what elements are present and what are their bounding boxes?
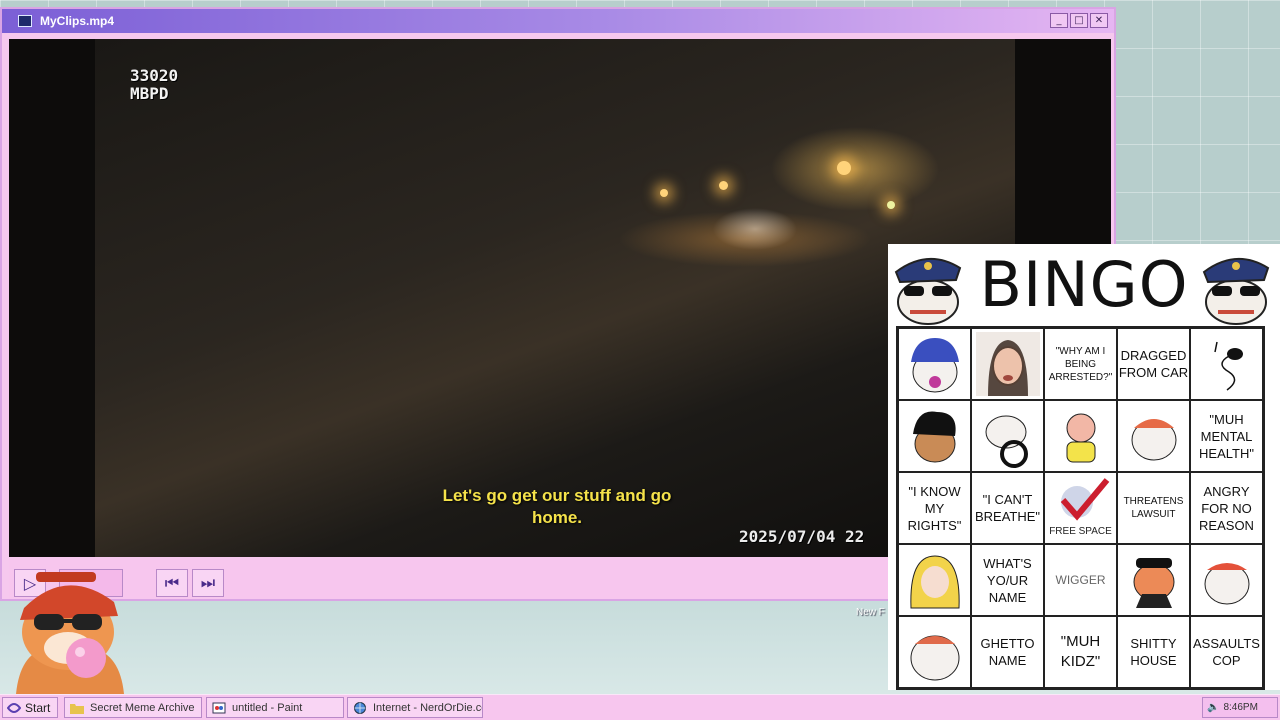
cat-sticker-icon [910, 338, 959, 393]
folder-icon [70, 703, 84, 714]
bingo-cell[interactable] [1117, 400, 1190, 472]
bingo-cell[interactable]: THREATENS LAWSUIT [1117, 472, 1190, 544]
close-button[interactable]: ✕ [1090, 13, 1108, 28]
bingo-card: BINGO "WHY AM I BEING ARRESTED?" DRAGGED… [888, 244, 1280, 690]
streetlight [719, 181, 728, 190]
task-label: Internet - NerdOrDie.com [373, 701, 482, 714]
bingo-cell[interactable]: DRAGGED FROM CAR [1117, 328, 1190, 400]
crying-woman-photo-icon [975, 332, 1040, 396]
bingo-title: BINGO [979, 248, 1189, 321]
desktop-icon-label[interactable]: New F [856, 607, 885, 618]
cat-sticker-icon [1204, 563, 1249, 605]
free-space-cell[interactable]: FREE SPACE [1044, 472, 1117, 544]
start-button[interactable]: Start [2, 697, 58, 718]
sperm-doodle-icon [1213, 341, 1243, 391]
cat-sticker-icon [912, 411, 956, 463]
bingo-cell[interactable] [971, 400, 1044, 472]
taskbar: Start Secret Meme Archive untitled - Pai… [0, 694, 1280, 720]
police-cat-icon [894, 257, 962, 325]
globe-icon [354, 701, 366, 714]
speaker-icon[interactable]: 🔈 [1207, 702, 1219, 713]
bingo-cell[interactable]: GHETTO NAME [971, 616, 1044, 688]
paint-icon [212, 702, 226, 713]
clock: 8:46PM [1223, 702, 1258, 713]
bingo-cell[interactable]: ASSAULTS COP [1190, 616, 1263, 688]
monitor-icon [18, 15, 32, 27]
bingo-cell[interactable] [898, 400, 971, 472]
bingo-cell[interactable] [1117, 544, 1190, 616]
bingo-cell[interactable] [898, 328, 971, 400]
maximize-button[interactable]: □ [1070, 13, 1088, 28]
police-cat-icon [1202, 257, 1270, 325]
cat-driving-icon [985, 415, 1028, 468]
task-label: Secret Meme Archive [90, 701, 195, 714]
bingo-cell[interactable] [898, 616, 971, 688]
streetlight [660, 189, 668, 197]
window-controls: _ □ ✕ [1050, 13, 1108, 28]
bingo-cell[interactable] [898, 544, 971, 616]
bodycam-dept: MBPD [130, 84, 169, 103]
cartoon-character-icon [1066, 413, 1095, 463]
subtitle-line: Let's go get our stuff and go [442, 486, 672, 505]
video-timestamp: 2025/07/04 22 [739, 527, 865, 546]
bingo-cell[interactable] [1044, 400, 1117, 472]
streetlight [887, 201, 895, 209]
bingo-cell[interactable]: ANGRY FOR NO REASON [1190, 472, 1263, 544]
minimize-button[interactable]: _ [1050, 13, 1068, 28]
bingo-grid: "WHY AM I BEING ARRESTED?" DRAGGED FROM … [896, 326, 1265, 690]
streetlight [837, 161, 851, 175]
task-label: untitled - Paint [232, 701, 303, 714]
taskbar-item-paint[interactable]: untitled - Paint [206, 697, 344, 718]
bingo-cell[interactable]: WHAT'S YO/UR NAME [971, 544, 1044, 616]
title-bar[interactable]: MyClips.mp4 _ □ ✕ [2, 9, 1114, 33]
taskbar-item-internet[interactable]: Internet - NerdOrDie.com [347, 697, 483, 718]
start-label: Start [25, 700, 51, 715]
subtitle: Let's go get our stuff and go home. [407, 485, 707, 529]
chubby-cat-icon [910, 635, 959, 681]
system-tray: 🔈 8:46PM [1202, 697, 1278, 718]
cat-with-sunglasses-icon [16, 572, 124, 694]
bingo-cell[interactable]: "MUH KIDZ" [1044, 616, 1117, 688]
bodycam-number: 33020 [130, 66, 179, 85]
bingo-cell[interactable] [1190, 544, 1263, 616]
bingo-cell[interactable]: "WHY AM I BEING ARRESTED?" [1044, 328, 1117, 400]
cartoon-blonde-icon [909, 555, 960, 609]
start-logo-icon [7, 702, 21, 713]
bingo-cell[interactable]: SHITTY HOUSE [1117, 616, 1190, 688]
cat-sticker-icon [1131, 419, 1176, 461]
bingo-cell[interactable]: "I KNOW MY RIGHTS" [898, 472, 971, 544]
taskbar-item-secret-meme-archive[interactable]: Secret Meme Archive [64, 697, 202, 718]
bingo-cell[interactable]: WIGGER [1044, 544, 1117, 616]
previous-button[interactable]: ⏮ [156, 569, 188, 597]
bingo-cell[interactable]: "MUH MENTAL HEALTH" [1190, 400, 1263, 472]
window-title: MyClips.mp4 [40, 14, 115, 28]
cat-sticker-icon [1133, 558, 1174, 608]
bodycam-id: 33020 MBPD [130, 67, 178, 103]
free-space-label: FREE SPACE [1049, 526, 1112, 537]
bingo-header: BINGO [888, 244, 1280, 326]
bingo-cell[interactable] [971, 328, 1044, 400]
bingo-cell[interactable] [1190, 328, 1263, 400]
subtitle-line: home. [531, 508, 583, 527]
bingo-cell[interactable]: "I CAN'T BREATHE" [971, 472, 1044, 544]
next-button[interactable]: ⏭ [192, 569, 224, 597]
video-frame [95, 39, 1015, 557]
